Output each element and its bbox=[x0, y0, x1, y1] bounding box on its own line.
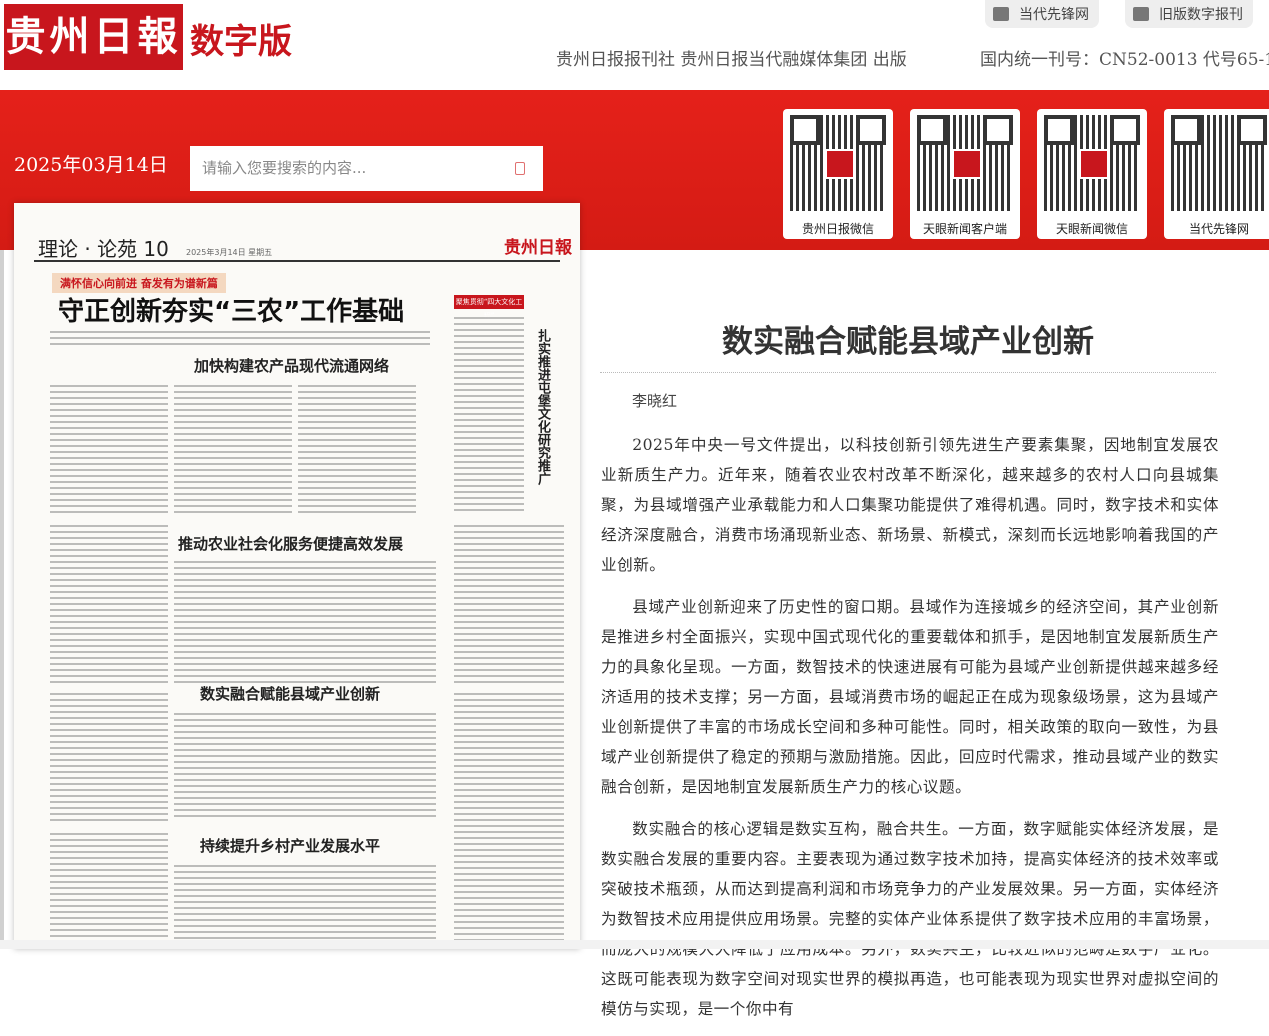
text-column bbox=[50, 523, 168, 683]
grid-icon bbox=[1133, 7, 1149, 21]
link-dangdai-xianfeng[interactable]: 当代先锋网 bbox=[985, 0, 1099, 28]
text-column bbox=[174, 711, 436, 821]
text-column bbox=[50, 831, 168, 949]
link-old-digital-paper[interactable]: 旧版数字报刊 bbox=[1125, 0, 1253, 28]
article-author: 李晓红 bbox=[632, 392, 678, 410]
site-logo[interactable]: 贵州日報 bbox=[4, 4, 183, 70]
subhead-2[interactable]: 推动农业社会化服务便捷高效发展 bbox=[178, 533, 403, 554]
article-paragraph: 县域产业创新迎来了历史性的窗口期。县域作为连接城乡的经济空间，其产业创新是推进乡… bbox=[601, 598, 1219, 796]
page-banner: 满怀信心向前进 奋发有为谱新篇 bbox=[52, 273, 226, 293]
qr-code-icon bbox=[1171, 115, 1267, 211]
qr-label: 天眼新闻微信 bbox=[1055, 222, 1128, 236]
text-column bbox=[174, 863, 436, 949]
qr-logo-icon bbox=[1079, 149, 1109, 179]
grid-icon bbox=[993, 7, 1009, 21]
text-column bbox=[50, 691, 168, 821]
article-paragraph: 2025年中央一号文件提出，以科技创新引领先进生产要素集聚，因地制宜发展农业新质… bbox=[601, 436, 1219, 574]
qr-guizhou-daily-wechat[interactable]: 贵州日报微信 bbox=[783, 109, 893, 239]
page-section-title: 理论 · 论苑 10 bbox=[38, 237, 169, 261]
site-logo-subtitle: 数字版 bbox=[190, 22, 292, 62]
issue-date[interactable]: 2025年03月14日 bbox=[14, 150, 168, 177]
qr-logo-icon bbox=[952, 149, 982, 179]
page-divider bbox=[34, 260, 560, 262]
search-placeholder: 请输入您要搜索的内容... bbox=[202, 159, 367, 177]
page-list-strip[interactable] bbox=[0, 250, 4, 940]
article-title: 数实融合赋能县域产业创新 bbox=[722, 324, 1094, 360]
text-column bbox=[174, 559, 436, 683]
qr-tianyan-wechat[interactable]: 天眼新闻微信 bbox=[1037, 109, 1147, 239]
qr-label: 天眼新闻客户端 bbox=[922, 222, 1007, 236]
newspaper-page-image[interactable]: 理论 · 论苑 10 2025年3月14日 星期五 贵州日報 满怀信心向前进 奋… bbox=[14, 203, 580, 949]
subhead-3[interactable]: 数实融合赋能县域产业创新 bbox=[200, 683, 380, 704]
qr-dangdai-xianfeng[interactable]: 当代先锋网 bbox=[1164, 109, 1269, 239]
link-label: 当代先锋网 bbox=[1019, 7, 1089, 23]
subhead-1[interactable]: 加快构建农产品现代流通网络 bbox=[194, 355, 389, 376]
search-icon[interactable] bbox=[515, 162, 525, 175]
search-input[interactable]: 请输入您要搜索的内容... bbox=[190, 146, 543, 191]
qr-tianyan-app[interactable]: 天眼新闻客户端 bbox=[910, 109, 1020, 239]
horizontal-scrollbar[interactable] bbox=[0, 940, 1269, 949]
text-column bbox=[174, 383, 292, 517]
side-text-column bbox=[454, 315, 524, 515]
page-date-meta: 2025年3月14日 星期五 bbox=[186, 248, 273, 257]
qr-logo-icon bbox=[825, 149, 855, 179]
page-headline[interactable]: 守正创新夯实“三农”工作基础 bbox=[58, 291, 404, 328]
article-paragraph: 数实融合的核心逻辑是数实互构，融合共生。一方面，数字赋能实体经济发展，是数实融合… bbox=[601, 820, 1219, 1018]
side-column-tag: 聚焦贯彻“四大文化工程” bbox=[454, 295, 524, 320]
text-column bbox=[298, 383, 416, 517]
qr-label: 贵州日报微信 bbox=[801, 222, 874, 236]
qr-label: 当代先锋网 bbox=[1188, 222, 1249, 236]
subhead-4[interactable]: 持续提升乡村产业发展水平 bbox=[200, 835, 380, 856]
link-label: 旧版数字报刊 bbox=[1159, 7, 1243, 23]
publisher-info: 贵州日报报刊社 贵州日报当代融媒体集团 出版 bbox=[556, 50, 907, 70]
side-text-column bbox=[454, 523, 564, 683]
page-masthead-logo: 贵州日報 bbox=[504, 238, 572, 258]
intro-text-block bbox=[50, 329, 430, 345]
side-article-title[interactable]: 扎实推进屯堡文化研究推广 bbox=[534, 329, 550, 485]
article-divider bbox=[600, 372, 1216, 373]
top-header: 贵州日報 数字版 当代先锋网 旧版数字报刊 贵州日报报刊社 贵州日报当代融媒体集… bbox=[0, 0, 1269, 90]
issn-info: 国内统一刊号：CN52-0013 代号65-1 bbox=[980, 50, 1269, 70]
text-column bbox=[50, 383, 168, 517]
side-text-column bbox=[454, 691, 564, 941]
